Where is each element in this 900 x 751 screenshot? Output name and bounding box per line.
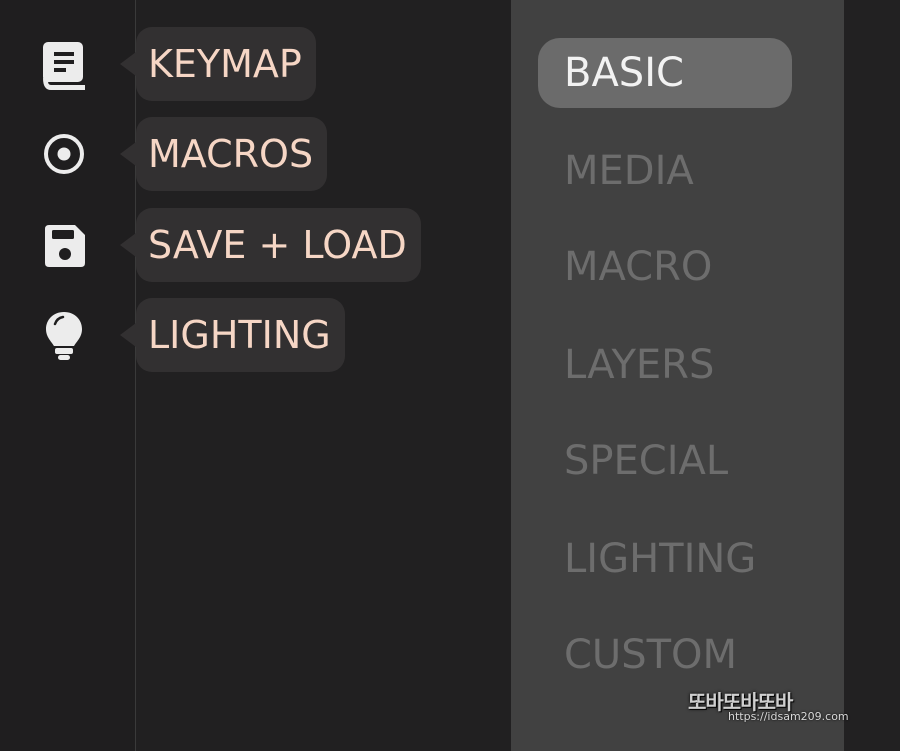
category-basic[interactable]: BASIC — [538, 38, 792, 108]
sidebar-item-keymap[interactable] — [40, 42, 88, 90]
content-pane — [136, 0, 511, 751]
tooltip-keymap: KEYMAP — [120, 27, 316, 101]
category-media[interactable]: MEDIA — [538, 136, 694, 206]
category-lighting[interactable]: LIGHTING — [538, 524, 756, 594]
book-icon — [41, 42, 87, 90]
category-macro[interactable]: MACRO — [538, 232, 712, 302]
category-special[interactable]: SPECIAL — [538, 426, 728, 496]
tooltip-lighting: LIGHTING — [120, 298, 345, 372]
tooltip-macros: MACROS — [119, 117, 328, 191]
watermark: 또바또바또바 https://idsam209.com — [688, 686, 878, 736]
sidebar-item-lighting[interactable] — [40, 312, 88, 360]
category-layers[interactable]: LAYERS — [538, 330, 714, 400]
sidebar-item-save-load[interactable] — [40, 222, 88, 270]
watermark-url: https://idsam209.com — [728, 710, 849, 723]
icon-sidebar — [0, 0, 136, 751]
app-window: KEYMAP MACROS SAVE + LOAD LIGHTING BASIC… — [0, 0, 900, 751]
record-icon — [41, 131, 87, 177]
lightbulb-icon — [44, 310, 84, 362]
sidebar-item-macros[interactable] — [40, 130, 88, 178]
key-category-panel: BASIC MEDIA MACRO LAYERS SPECIAL LIGHTIN… — [511, 0, 844, 751]
tooltip-save-load: SAVE + LOAD — [120, 208, 421, 282]
floppy-disk-icon — [41, 223, 87, 269]
category-custom[interactable]: CUSTOM — [538, 620, 737, 690]
right-pane — [844, 0, 900, 751]
